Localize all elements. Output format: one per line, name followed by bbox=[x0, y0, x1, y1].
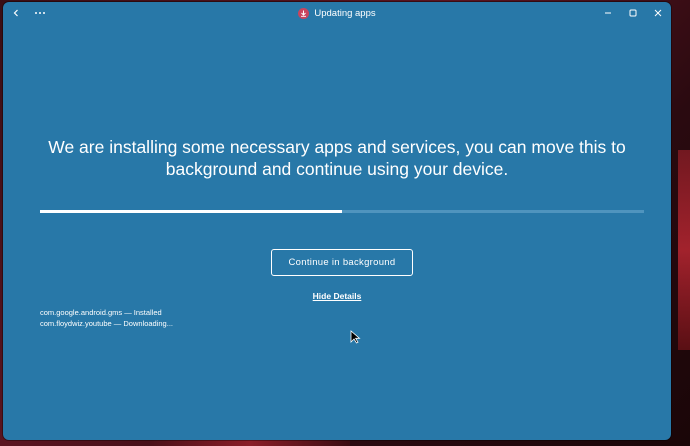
back-arrow-icon bbox=[13, 9, 18, 17]
detail-item: com.floydwiz.youtube — Downloading... bbox=[40, 319, 173, 328]
install-progress-fill bbox=[40, 210, 342, 213]
install-message: We are installing some necessary apps an… bbox=[48, 137, 626, 179]
minimize-button[interactable] bbox=[601, 6, 615, 20]
download-icon bbox=[298, 7, 310, 19]
title-bar-center: Updating apps bbox=[3, 2, 671, 24]
close-icon bbox=[654, 9, 662, 17]
close-button[interactable] bbox=[651, 6, 665, 20]
title-bar-left bbox=[9, 2, 47, 24]
more-options-button[interactable] bbox=[33, 6, 47, 20]
maximize-button[interactable] bbox=[626, 6, 640, 20]
more-dots-icon bbox=[35, 12, 45, 14]
window-content: We are installing some necessary apps an… bbox=[3, 24, 671, 440]
install-details-list: com.google.android.gms — Installed com.f… bbox=[40, 307, 173, 329]
detail-item: com.google.android.gms — Installed bbox=[40, 308, 162, 317]
updating-apps-window: Updating apps We are installing some nec… bbox=[3, 2, 671, 440]
window-controls bbox=[601, 2, 665, 24]
title-bar: Updating apps bbox=[3, 2, 671, 24]
install-progress-bar bbox=[40, 210, 644, 213]
minimize-icon bbox=[605, 12, 611, 14]
continue-in-background-button[interactable]: Continue in background bbox=[271, 249, 413, 276]
maximize-icon bbox=[629, 9, 637, 17]
mouse-pointer-icon bbox=[350, 330, 361, 344]
desktop-wallpaper-edge bbox=[678, 150, 690, 350]
hide-details-link[interactable]: Hide Details bbox=[3, 291, 671, 301]
window-title: Updating apps bbox=[314, 7, 376, 19]
back-button[interactable] bbox=[9, 6, 23, 20]
